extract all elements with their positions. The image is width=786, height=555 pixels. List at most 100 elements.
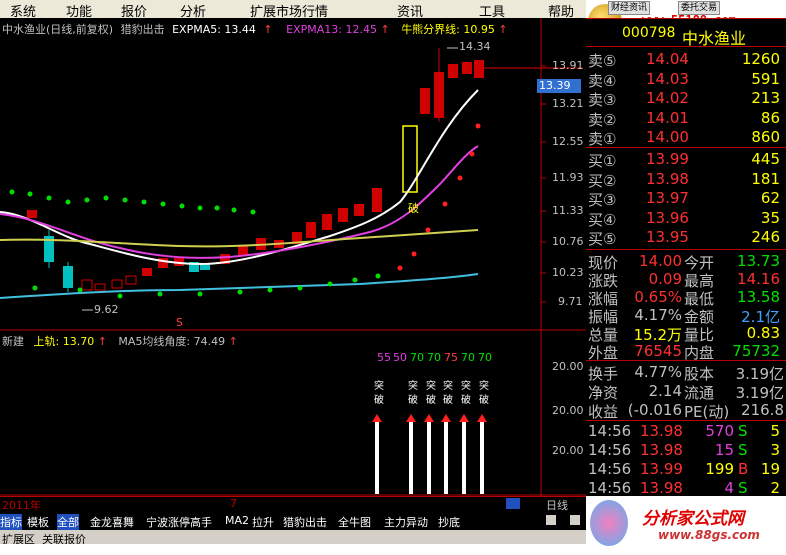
- indicator-name: 猎豹出击: [120, 23, 165, 36]
- tick-side: S: [738, 422, 748, 440]
- tab-lift[interactable]: 拉升: [252, 514, 274, 530]
- tab-main-force[interactable]: 主力异动: [384, 514, 428, 530]
- bid-label: 买④: [588, 210, 617, 229]
- tick-price: 13.98: [640, 479, 683, 497]
- sub-tick: 20.00: [552, 360, 584, 373]
- fund-value: 2.14: [648, 382, 682, 400]
- sub-arrows: [372, 414, 487, 494]
- stat-value: 4.17%: [634, 306, 682, 324]
- buy-marker: 破: [408, 202, 419, 215]
- stat-row: 涨幅 0.65% 最低 13.58: [586, 288, 786, 308]
- bid-price: 13.97: [646, 189, 689, 207]
- window-edge: [0, 544, 586, 555]
- scroll-right-icon[interactable]: [570, 515, 580, 525]
- bid-row: 买① 13.99 445: [586, 150, 786, 170]
- angle-label: 55: [377, 351, 391, 364]
- tab-ma2[interactable]: MA2: [225, 514, 249, 527]
- tick-volume: 570: [705, 422, 734, 440]
- ma5-angle: MA5均线角度: 74.49: [118, 335, 226, 348]
- timeline-bar: 2011年 7 日线: [0, 496, 586, 513]
- tick-time: 14:56: [588, 422, 632, 440]
- stat-value: 13.73: [737, 252, 780, 270]
- sub-new: 新建: [2, 335, 24, 348]
- sub-header: 新建 上轨: 13.70 ↑ MA5均线角度: 74.49 ↑: [2, 335, 238, 348]
- bid-volume: 445: [751, 150, 780, 168]
- stat-value: 0.65%: [634, 288, 682, 306]
- chart-header: 中水渔业(日线,前复权) 猎豹出击 EXPMA5: 13.44 ↑ EXPMA1…: [2, 23, 508, 36]
- bid-label: 买②: [588, 171, 617, 190]
- stat-value: 75732: [732, 342, 780, 360]
- breakout-text: 突破: [461, 381, 471, 406]
- ask-row: 卖③ 14.02 213: [586, 89, 786, 109]
- price-tick: 13.21: [552, 97, 584, 110]
- breakout-text: 突破: [426, 381, 436, 406]
- chart-svg: [0, 18, 586, 496]
- kline-chart[interactable]: 中水渔业(日线,前复权) 猎豹出击 EXPMA5: 13.44 ↑ EXPMA1…: [0, 18, 586, 496]
- current-price-tag: 13.39: [539, 79, 571, 92]
- indicator-tabs: 指标 模板 全部 金龙喜舞 宁波涨停高手 MA2 拉升 猎豹出击 全牛图 主力异…: [0, 513, 584, 530]
- tick-volume: 15: [714, 441, 734, 459]
- fund-value: (-0.016: [627, 401, 682, 419]
- ask-label: 卖①: [588, 130, 617, 148]
- ask-volume: 86: [760, 108, 780, 127]
- angle-label: 70: [427, 351, 441, 364]
- price-tick: 10.23: [552, 266, 584, 279]
- fund-value: 4.77%: [634, 363, 682, 381]
- tick-price: 13.99: [640, 460, 683, 478]
- ask-price: 14.02: [646, 89, 689, 107]
- bid-row: 买⑤ 13.95 246: [586, 228, 786, 248]
- flower-logo-icon: [590, 500, 628, 546]
- bid-row: 买③ 13.97 62: [586, 189, 786, 209]
- tab-template[interactable]: 模板: [27, 514, 49, 530]
- price-tick: 9.71: [558, 295, 583, 308]
- ask-row: 卖④ 14.03 591: [586, 70, 786, 90]
- bottom-bar: 扩展区 关联报价: [0, 530, 586, 546]
- ask-price: 14.03: [646, 69, 689, 88]
- expma13-label: EXPMA13: 12.45: [286, 23, 377, 36]
- tick-volume: 199: [705, 460, 734, 478]
- sub-tick: 20.00: [552, 444, 584, 457]
- fund-label: 净资: [588, 384, 619, 402]
- tab-bottom[interactable]: 抄底: [438, 514, 460, 530]
- fundamental-row: 净资 2.14 流通 3.19亿: [586, 382, 786, 402]
- ask-row: 卖② 14.01 86: [586, 109, 786, 129]
- bid-volume: 246: [751, 228, 780, 246]
- tab-indicator[interactable]: 指标: [0, 514, 22, 530]
- stat-row: 涨跌 0.09 最高 14.16: [586, 270, 786, 290]
- tick-side: B: [738, 460, 749, 478]
- tick-price: 13.98: [640, 422, 683, 440]
- bid-label: 买①: [588, 152, 617, 170]
- bid-volume: 181: [751, 169, 780, 188]
- angle-label: 70: [410, 351, 424, 364]
- breakout-text: 突破: [408, 381, 418, 406]
- fund-value: 3.19亿: [735, 365, 784, 383]
- price-tick: 13.91: [552, 59, 584, 72]
- price-tick: 10.76: [552, 235, 584, 248]
- tab-all[interactable]: 全部: [57, 514, 79, 530]
- tab-golden-dragon[interactable]: 金龙喜舞: [90, 514, 134, 530]
- stat-row: 总量 15.2万 量比 0.83: [586, 324, 786, 344]
- stock-title: 中水渔业(日线,前复权): [2, 23, 114, 36]
- period-label[interactable]: 日线: [546, 497, 568, 513]
- site-brand: 分析家公式网 www.88gs.com: [586, 496, 786, 555]
- tab-bull-chart[interactable]: 全牛图: [338, 514, 371, 530]
- ask-price: 14.04: [646, 50, 689, 68]
- tick-row: 14:56 13.99 199 B 19: [586, 460, 786, 480]
- stat-row: 振幅 4.17% 金额 2.1亿: [586, 306, 786, 326]
- fund-value: 216.8: [741, 401, 784, 419]
- bid-price: 13.99: [646, 150, 689, 168]
- fund-value: 3.19亿: [735, 384, 784, 402]
- tick-time: 14:56: [588, 441, 632, 459]
- stat-row: 现价 14.00 今开 13.73: [586, 252, 786, 272]
- brand-name: 分析家公式网: [642, 509, 744, 529]
- tick-count: 5: [770, 422, 780, 440]
- bid-volume: 35: [760, 208, 780, 227]
- tab-leopard[interactable]: 猎豹出击: [283, 514, 327, 530]
- tick-price: 13.98: [640, 441, 683, 459]
- angle-label: 75: [444, 351, 458, 364]
- scroll-left-icon[interactable]: [546, 515, 556, 525]
- ask-label: 卖⑤: [588, 52, 617, 70]
- tab-ningbo[interactable]: 宁波涨停高手: [146, 514, 212, 530]
- timeline-scroll-handle[interactable]: [506, 498, 520, 509]
- tick-row: 14:56 13.98 15 S 3: [586, 441, 786, 461]
